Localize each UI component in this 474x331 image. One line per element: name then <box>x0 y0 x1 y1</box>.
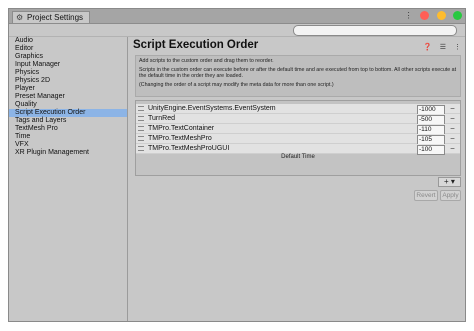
remove-script-button[interactable]: − <box>448 145 457 153</box>
sidebar-item-time[interactable]: Time <box>9 133 127 141</box>
sidebar-item-preset-manager[interactable]: Preset Manager <box>9 93 127 101</box>
remove-script-button[interactable]: − <box>448 135 457 143</box>
script-order-list: UnityEngine.EventSystems.EventSystem -10… <box>135 100 461 176</box>
remove-script-button[interactable]: − <box>448 115 457 123</box>
add-script-button[interactable]: + ▾ <box>438 177 461 187</box>
sidebar-item-input-manager[interactable]: Input Manager <box>9 61 127 69</box>
kebab-menu-icon[interactable]: ⋮ <box>405 11 413 20</box>
sidebar-item-graphics[interactable]: Graphics <box>9 53 127 61</box>
settings-sidebar: Audio Editor Graphics Input Manager Phys… <box>9 37 128 321</box>
search-input[interactable] <box>293 25 457 36</box>
close-button[interactable] <box>420 11 430 20</box>
script-name: TMPro.TextMeshPro <box>148 135 212 142</box>
info-text-1: Add scripts to the custom order and drag… <box>139 58 274 64</box>
gear-icon: ⚙ <box>16 13 24 22</box>
sidebar-item-textmesh-pro[interactable]: TextMesh Pro <box>9 125 127 133</box>
sidebar-item-script-execution-order[interactable]: Script Execution Order <box>9 109 127 117</box>
script-name: TurnRed <box>148 115 175 122</box>
kebab-menu-icon[interactable]: ⋮ <box>454 44 461 51</box>
maximize-button[interactable] <box>453 11 462 20</box>
info-box: Add scripts to the custom order and drag… <box>135 55 461 97</box>
sidebar-item-tags-and-layers[interactable]: Tags and Layers <box>9 117 127 125</box>
tab-bar: ⚙ Project Settings ⋮ <box>9 9 465 24</box>
drag-handle-icon[interactable] <box>138 116 144 121</box>
revert-button[interactable]: Revert <box>414 190 438 201</box>
sidebar-item-xr-plugin-management[interactable]: XR Plugin Management <box>9 149 127 157</box>
search-bar: ⌕ <box>9 24 465 37</box>
script-row[interactable]: UnityEngine.EventSystems.EventSystem -10… <box>136 104 460 115</box>
sidebar-item-physics[interactable]: Physics <box>9 69 127 77</box>
info-text-3: (Changing the order of a script may modi… <box>139 82 334 88</box>
remove-script-button[interactable]: − <box>448 105 457 113</box>
sidebar-item-audio[interactable]: Audio <box>9 37 127 45</box>
tab-project-settings[interactable]: ⚙ Project Settings <box>12 11 91 23</box>
tab-title: Project Settings <box>27 13 84 22</box>
help-icon[interactable]: ❓ <box>423 44 432 51</box>
minimize-button[interactable] <box>436 11 446 20</box>
script-row[interactable]: TMPro.TextContainer -110 − <box>136 124 460 135</box>
script-row[interactable]: TurnRed -500 − <box>136 114 460 125</box>
default-time-label: Default Time <box>281 154 315 160</box>
sidebar-item-physics-2d[interactable]: Physics 2D <box>9 77 127 85</box>
sidebar-item-editor[interactable]: Editor <box>9 45 127 53</box>
drag-handle-icon[interactable] <box>138 106 144 111</box>
script-execution-order-panel: Script Execution Order ❓ ☰ ⋮ Add scripts… <box>131 37 463 321</box>
script-row[interactable]: TMPro.TextMeshPro -105 − <box>136 134 460 145</box>
remove-script-button[interactable]: − <box>448 125 457 133</box>
sidebar-item-vfx[interactable]: VFX <box>9 141 127 149</box>
settings-icon[interactable]: ☰ <box>440 44 446 51</box>
script-name: TMPro.TextMeshProUGUI <box>148 145 230 152</box>
drag-handle-icon[interactable] <box>138 146 144 151</box>
apply-button[interactable]: Apply <box>440 190 461 201</box>
project-settings-window: ⚙ Project Settings ⋮ ⌕ Audio Editor Grap… <box>8 8 466 322</box>
script-name: TMPro.TextContainer <box>148 125 215 132</box>
script-name: UnityEngine.EventSystems.EventSystem <box>148 105 276 112</box>
page-title: Script Execution Order <box>133 39 259 51</box>
sidebar-item-quality[interactable]: Quality <box>9 101 127 109</box>
drag-handle-icon[interactable] <box>138 136 144 141</box>
title-icons: ❓ ☰ ⋮ <box>417 43 461 51</box>
script-row[interactable]: TMPro.TextMeshProUGUI -100 − <box>136 144 460 155</box>
info-text-2: Scripts in the custom order can execute … <box>139 67 457 79</box>
drag-handle-icon[interactable] <box>138 126 144 131</box>
sidebar-item-player[interactable]: Player <box>9 85 127 93</box>
